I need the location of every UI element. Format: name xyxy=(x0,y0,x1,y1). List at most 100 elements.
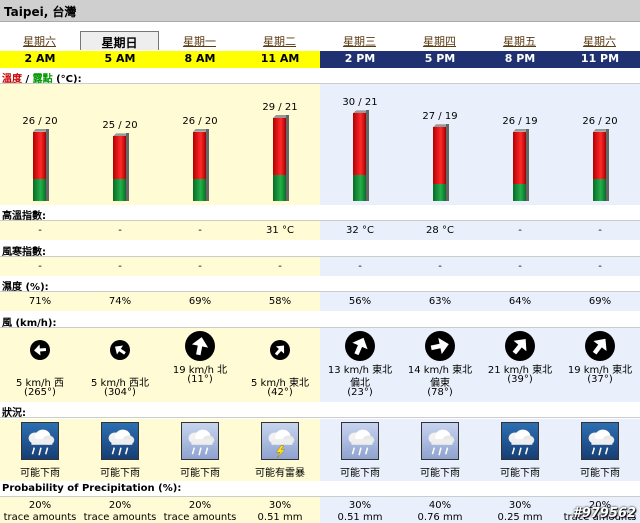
wind-degree-text: (23°) xyxy=(347,387,373,398)
day-tab-5[interactable]: 星期三 xyxy=(320,31,399,50)
temp-bar xyxy=(433,124,449,201)
temp-bar xyxy=(353,110,369,201)
wind-degree-text: (78°) xyxy=(427,387,453,398)
amount-value: 0.76 mm xyxy=(417,512,463,523)
dewpoint-bar-segment xyxy=(33,179,46,201)
rain-icon xyxy=(21,422,59,460)
temp-bar-segment xyxy=(113,136,126,180)
temp-bar-segment xyxy=(353,113,366,175)
thunderstorm-icon xyxy=(261,422,299,460)
time-cell: 8 PM xyxy=(480,51,560,68)
bar-side xyxy=(126,133,129,201)
humidity-value: 69% xyxy=(588,296,612,307)
bar-side xyxy=(606,128,609,201)
wind-chill-value: - xyxy=(438,261,442,272)
wind-chill-value: - xyxy=(118,261,122,272)
temp-dewpoint-label: 溫度 / 露點 (°C): xyxy=(0,69,640,85)
watermark: #979562 xyxy=(572,506,636,521)
bar-side xyxy=(366,110,369,201)
heat-index-value: - xyxy=(598,225,602,236)
dewpoint-bar-segment xyxy=(593,179,606,201)
humidity-value: 69% xyxy=(188,296,212,307)
heat-index-value: 28 °C xyxy=(426,225,454,236)
rain-icon xyxy=(501,422,539,460)
dewpoint-bar-segment xyxy=(273,174,286,201)
pop-value: 20% xyxy=(28,500,52,511)
day-tab-2[interactable]: 星期日 xyxy=(80,31,159,50)
heat-index-value: 32 °C xyxy=(346,225,374,236)
humidity-value: 71% xyxy=(28,296,52,307)
temp-value-label: 26 / 20 xyxy=(182,115,218,127)
amount-value: trace amounts xyxy=(163,512,237,523)
condition-label: 狀況: xyxy=(0,403,640,419)
rain-icon xyxy=(341,422,379,460)
temp-label: 溫度 xyxy=(2,74,22,85)
rain-icon xyxy=(101,422,139,460)
temp-bar-segment xyxy=(193,131,206,180)
condition-text: 可能下雨 xyxy=(20,468,60,479)
day-tab-3[interactable]: 星期一 xyxy=(160,31,239,50)
wind-chill-value: - xyxy=(278,261,282,272)
amount-value: 0.51 mm xyxy=(337,512,383,523)
day-tab-8[interactable]: 星期六 xyxy=(560,31,639,50)
heat-index-value: - xyxy=(38,225,42,236)
location-title: Taipei, 台灣 xyxy=(4,5,77,19)
bar-side xyxy=(446,124,449,201)
rain-icon xyxy=(581,422,619,460)
wind-arrow-icon xyxy=(270,340,290,360)
wind-chill-value: - xyxy=(358,261,362,272)
temp-value-label: 29 / 21 xyxy=(262,102,298,113)
temp-bar xyxy=(193,128,209,201)
wind-label: 風 (km/h): xyxy=(0,313,640,329)
time-cell: 11 AM xyxy=(240,51,320,68)
rain-icon xyxy=(181,422,219,460)
dewpoint-bar-segment xyxy=(353,174,366,201)
bar-side xyxy=(526,128,529,201)
wind-arrow-icon xyxy=(185,331,215,361)
wind-chill-value: - xyxy=(518,261,522,272)
temp-bar-segment xyxy=(593,131,606,180)
temp-bar xyxy=(513,128,529,201)
rain-icon xyxy=(421,422,459,460)
label-separator: / xyxy=(22,74,33,85)
wind-direction-text: (265°) xyxy=(24,387,56,398)
temp-bar xyxy=(273,115,289,201)
day-tab-6[interactable]: 星期四 xyxy=(400,31,479,50)
temp-bar-segment xyxy=(273,118,286,175)
wind-direction-text: (42°) xyxy=(267,387,293,398)
humidity-value: 74% xyxy=(108,296,132,307)
temp-value-label: 25 / 20 xyxy=(102,120,138,132)
temp-value-label: 27 / 19 xyxy=(422,111,458,123)
time-cell: 5 PM xyxy=(400,51,480,68)
wind-chill-value: - xyxy=(598,261,602,272)
wind-direction-text: (37°) xyxy=(587,374,613,385)
condition-text: 可能下雨 xyxy=(100,468,140,479)
temp-bar xyxy=(113,133,129,201)
temp-value-label: 26 / 19 xyxy=(502,115,538,127)
dewpoint-bar-segment xyxy=(513,183,526,201)
wind-arrow-icon xyxy=(585,331,615,361)
amount-value: trace amounts xyxy=(3,512,77,523)
temp-bar-segment xyxy=(513,131,526,184)
day-tab-4[interactable]: 星期二 xyxy=(240,31,319,50)
heat-index-value: 31 °C xyxy=(266,225,294,236)
wind-arrow-icon xyxy=(30,340,50,360)
humidity-value: 64% xyxy=(508,296,532,307)
dewpoint-label: 露點 xyxy=(32,74,53,85)
time-cell: 2 AM xyxy=(0,51,80,68)
humidity-label: 濕度 (%): xyxy=(0,277,640,293)
wind-arrow-icon xyxy=(425,331,455,361)
amount-value: 0.25 mm xyxy=(497,512,543,523)
wind-arrow-icon xyxy=(110,340,130,360)
heat-index-value: - xyxy=(518,225,522,236)
day-tab-7[interactable]: 星期五 xyxy=(480,31,559,50)
pop-value: 30% xyxy=(268,500,292,511)
temp-bar-segment xyxy=(433,127,446,184)
wind-direction-text: (11°) xyxy=(187,374,213,385)
heat-index-label: 高溫指數: xyxy=(0,206,640,222)
day-tab-1[interactable]: 星期六 xyxy=(0,31,79,50)
pop-value: 20% xyxy=(108,500,132,511)
time-cell: 8 AM xyxy=(160,51,240,68)
dewpoint-bar-segment xyxy=(433,183,446,201)
heat-index-value: - xyxy=(198,225,202,236)
